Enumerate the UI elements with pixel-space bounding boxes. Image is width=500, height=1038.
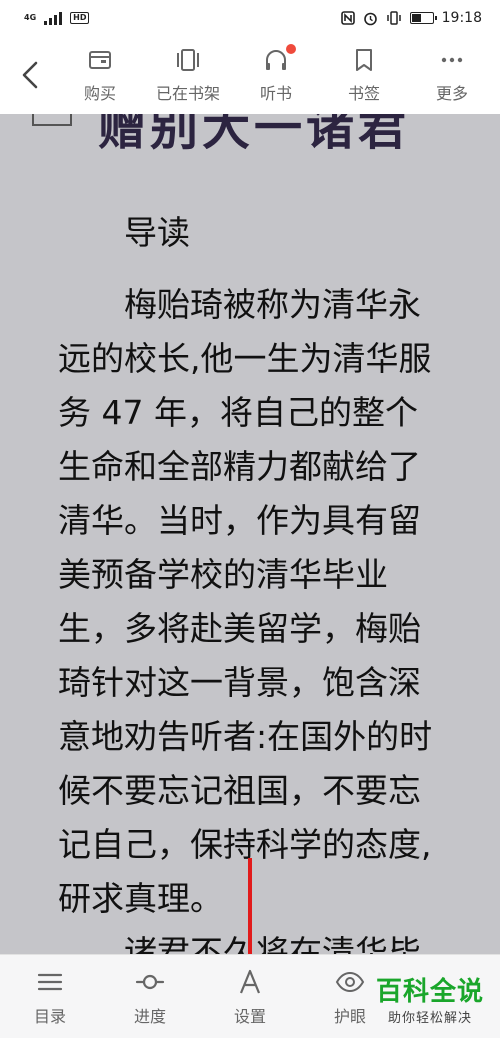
reader-top-toolbar: 购买 已在书架 听书 书签 更多: [0, 36, 500, 114]
eye-care-label: 护眼: [333, 1006, 366, 1026]
watermark-subtitle: 助你轻松解决: [387, 1011, 472, 1026]
more-button[interactable]: 更多: [412, 46, 492, 104]
bookshelf-button[interactable]: 已在书架: [148, 46, 228, 104]
listen-badge: [286, 44, 296, 54]
more-label: 更多: [435, 84, 468, 103]
reading-area[interactable]: 赠别大一诸君 导读 梅贻琦被称为清华永远的校长,他一生为清华服务 47 年，将自…: [0, 114, 500, 954]
menu-icon: [37, 973, 63, 990]
settings-button[interactable]: 设置: [210, 967, 290, 1027]
title-ornament: [32, 114, 72, 126]
toc-button[interactable]: 目录: [10, 967, 90, 1027]
signal-icon: [44, 11, 63, 25]
bookshelf-label: 已在书架: [155, 84, 220, 103]
paragraph: 导读: [124, 213, 190, 252]
progress-button[interactable]: 进度: [110, 967, 190, 1027]
toc-label: 目录: [33, 1006, 66, 1026]
listen-label: 听书: [259, 84, 292, 103]
status-left: 4G HD: [24, 11, 90, 25]
nfc-icon: [340, 11, 355, 25]
settings-label: 设置: [233, 1006, 266, 1026]
status-time: 19:18: [441, 10, 482, 26]
network-type: 4G: [24, 13, 37, 22]
toolbar-items: 购买 已在书架 听书 书签 更多: [60, 44, 500, 104]
more-icon: [441, 57, 463, 63]
watermark: 百科全说 助你轻松解决: [370, 977, 490, 1026]
hd-badge: HD: [70, 12, 90, 24]
back-button[interactable]: [0, 36, 60, 114]
wallet-icon: [89, 51, 111, 69]
bookmark-button[interactable]: 书签: [324, 46, 404, 104]
listen-button[interactable]: 听书: [236, 44, 316, 104]
paragraph: 梅贻琦被称为清华永远的校长,他一生为清华服务 47 年，将自己的整个生命和全部精…: [58, 285, 433, 918]
vibrate-icon: [386, 11, 401, 25]
alarm-icon: [363, 12, 377, 25]
watermark-title: 百科全说: [375, 977, 484, 1007]
progress-icon: [135, 974, 165, 989]
font-settings-icon: [239, 969, 261, 993]
buy-button[interactable]: 购买: [60, 46, 140, 104]
status-bar: 4G HD 19:18: [0, 0, 500, 36]
chapter-title: 赠别大一诸君: [98, 114, 411, 156]
bookmark-icon: [356, 49, 372, 71]
chevron-left-icon: [22, 61, 38, 89]
bookmark-label: 书签: [347, 84, 380, 103]
eye-icon: [335, 971, 365, 992]
chapter-body: 导读 梅贻琦被称为清华永远的校长,他一生为清华服务 47 年，将自己的整个生命和…: [58, 206, 446, 940]
buy-label: 购买: [83, 84, 116, 103]
battery-icon: [409, 12, 437, 24]
status-right: 19:18: [340, 10, 482, 26]
progress-label: 进度: [133, 1006, 166, 1026]
bookshelf-icon: [177, 49, 199, 71]
